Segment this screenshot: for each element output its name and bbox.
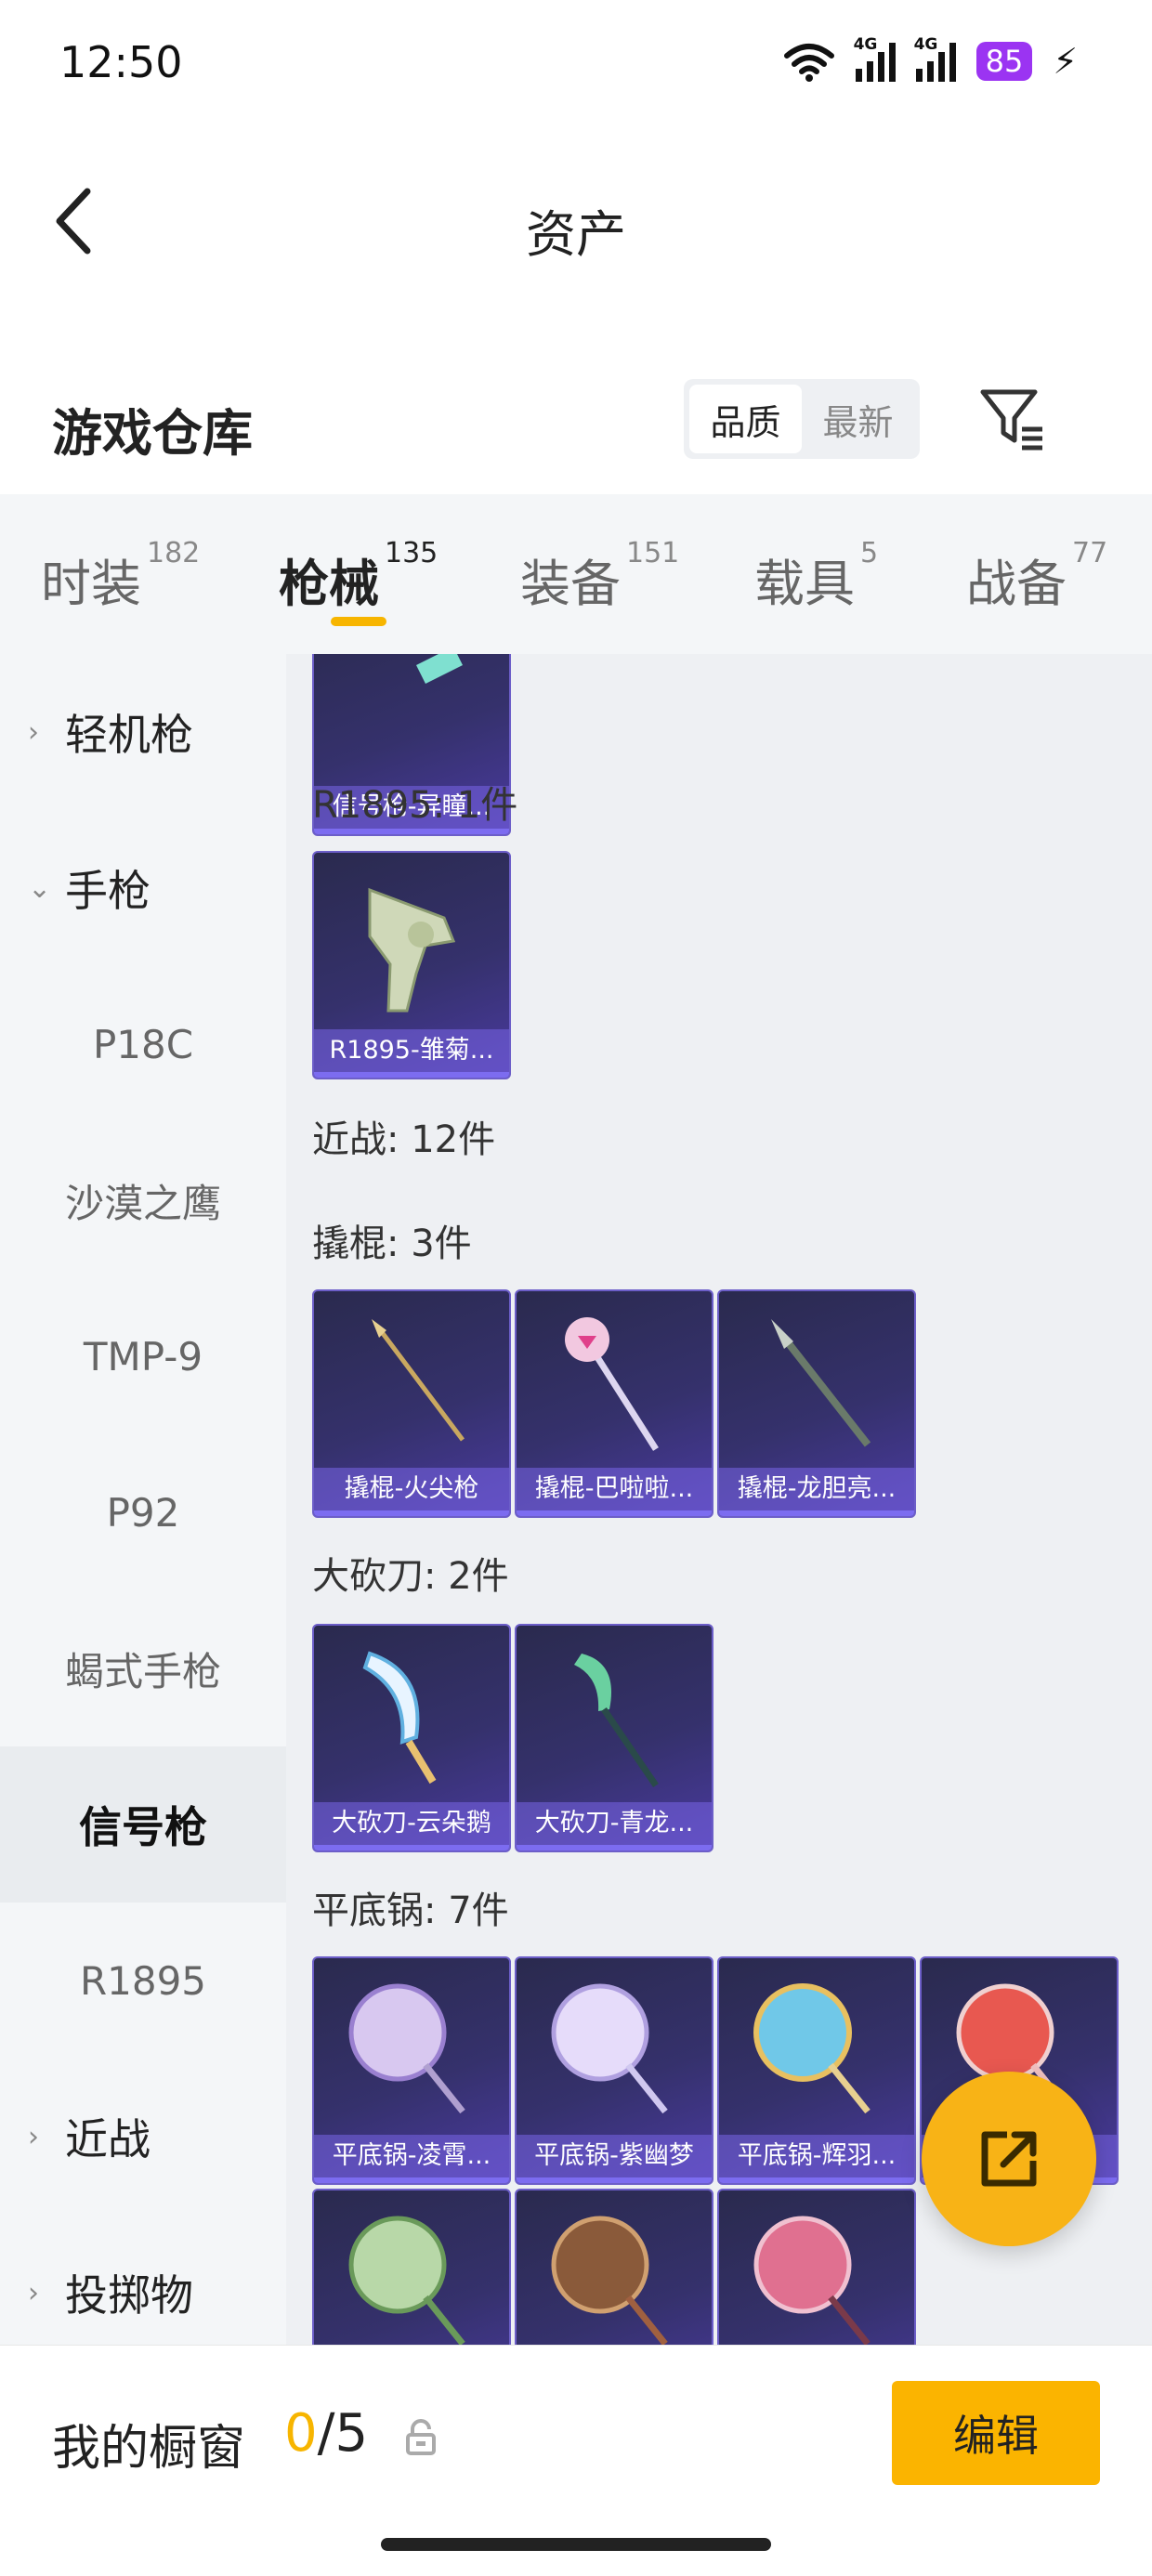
- tab-fashion[interactable]: 时装182: [41, 537, 200, 616]
- item-card[interactable]: 撬棍-龙胆亮...: [717, 1289, 916, 1518]
- lock-icon: [406, 2419, 436, 2455]
- signal-icon: 4G: [854, 35, 896, 82]
- section-label: R1895: 1件: [312, 784, 518, 827]
- item-card[interactable]: 大砍刀-青龙...: [515, 1624, 713, 1852]
- glaive-icon: [574, 1654, 659, 1787]
- nav-bar: 资产: [0, 158, 1152, 279]
- page-title: 资产: [526, 205, 626, 264]
- chevron-down-icon: ⌄: [28, 871, 52, 905]
- status-icons: 4G 4G 85 ⚡: [783, 35, 1078, 82]
- sidebar-item-pistol[interactable]: ⌄ 手枪: [0, 810, 286, 966]
- section-label: 大砍刀: 2件: [312, 1555, 509, 1598]
- item-card[interactable]: [312, 2189, 511, 2345]
- share-button[interactable]: [922, 2072, 1096, 2246]
- category-tabs: 时装182 枪械135 装备151 载具5 战备77: [0, 494, 1152, 654]
- item-card[interactable]: 撬棍-巴啦啦...: [515, 1289, 713, 1518]
- item-card[interactable]: 撬棍-火尖枪: [312, 1289, 511, 1518]
- sidebar-item-scorpion[interactable]: 蝎式手枪: [0, 1590, 286, 1746]
- wifi-icon: [783, 44, 834, 82]
- active-tab-indicator: [331, 617, 386, 626]
- battery-indicator: 85: [975, 42, 1033, 81]
- machete-icon: [362, 1651, 437, 1785]
- showcase-count: 0/5: [284, 2403, 369, 2464]
- status-time: 12:50: [59, 37, 183, 87]
- revolver-icon: [368, 887, 456, 1013]
- pan-icon: [348, 2216, 465, 2345]
- magic-wand-icon: [565, 1317, 659, 1451]
- sidebar-item-r1895[interactable]: R1895: [0, 1903, 286, 2059]
- sidebar-item-melee[interactable]: › 近战: [0, 2059, 286, 2215]
- edit-button[interactable]: 编辑: [892, 2381, 1100, 2485]
- section-title: 游戏仓库: [52, 404, 253, 463]
- item-card[interactable]: R1895-雏菊...: [312, 851, 511, 1079]
- share-icon: [981, 2131, 1037, 2187]
- sidebar-item-tmp9[interactable]: TMP-9: [0, 1278, 286, 1434]
- tab-equipment[interactable]: 装备151: [520, 537, 679, 616]
- section-label: 撬棍: 3件: [312, 1223, 472, 1265]
- sidebar-item-p92[interactable]: P92: [0, 1434, 286, 1590]
- charging-icon: ⚡: [1053, 41, 1078, 82]
- sidebar-item-flare-gun[interactable]: 信号枪: [0, 1746, 286, 1903]
- sort-toggle: 品质 最新: [684, 379, 920, 459]
- home-indicator[interactable]: [381, 2538, 771, 2551]
- flare-gun-icon: [416, 654, 463, 684]
- item-card[interactable]: 平底锅-辉羽...: [717, 1956, 916, 2185]
- sort-quality-button[interactable]: 品质: [689, 385, 802, 453]
- signal-icon: 4G: [914, 35, 956, 82]
- item-card[interactable]: 平底锅-凌霄...: [312, 1956, 511, 2185]
- chevron-right-icon: ›: [28, 2120, 39, 2153]
- pan-icon: [551, 1983, 668, 2114]
- pan-icon: [753, 1983, 871, 2114]
- status-bar: 12:50 4G 4G 85 ⚡: [0, 0, 1152, 139]
- showcase-label: 我的橱窗: [52, 2421, 246, 2477]
- item-card[interactable]: 大砍刀-云朵鹅: [312, 1624, 511, 1852]
- chevron-right-icon: ›: [28, 2276, 39, 2309]
- tab-vehicles[interactable]: 载具5: [754, 537, 878, 616]
- tab-firearms[interactable]: 枪械135: [279, 537, 438, 616]
- sidebar: › 轻机枪 ⌄ 手枪 P18C 沙漠之鹰 TMP-9 P92 蝎式手枪 信号枪 R1…: [0, 654, 286, 2345]
- warehouse-header: 游戏仓库 品质 最新: [0, 362, 1152, 483]
- tab-battle-prep[interactable]: 战备77: [966, 537, 1107, 616]
- chevron-right-icon: ›: [28, 715, 39, 749]
- dragon-spear-icon: [771, 1319, 871, 1447]
- sidebar-item-p18c[interactable]: P18C: [0, 966, 286, 1122]
- item-card[interactable]: 平底锅-紫幽梦: [515, 1956, 713, 2185]
- section-label: 近战: 12件: [312, 1118, 496, 1161]
- sidebar-item-lmg[interactable]: › 轻机枪: [0, 654, 286, 810]
- filter-icon[interactable]: [979, 386, 1046, 453]
- pan-icon: [348, 1983, 465, 2114]
- pan-icon: [753, 2216, 871, 2345]
- sidebar-item-desert-eagle[interactable]: 沙漠之鹰: [0, 1122, 286, 1278]
- item-card[interactable]: [515, 2189, 713, 2345]
- sort-newest-button[interactable]: 最新: [802, 385, 914, 453]
- section-label: 平底锅: 7件: [312, 1890, 509, 1932]
- spear-icon: [372, 1319, 465, 1442]
- pan-icon: [551, 2216, 668, 2345]
- item-card[interactable]: [717, 2189, 916, 2345]
